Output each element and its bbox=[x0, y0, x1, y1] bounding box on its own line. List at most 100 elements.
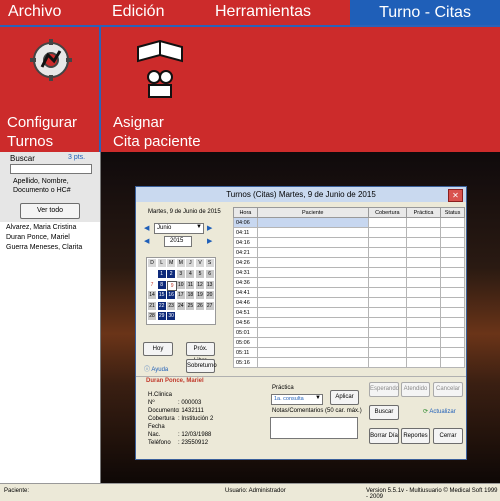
atendido-button[interactable]: Atendido bbox=[401, 382, 430, 397]
calendar-day[interactable]: 29 bbox=[157, 312, 166, 320]
search-hint: Apellido, Nombre, Documento o HC# bbox=[13, 177, 71, 195]
table-row[interactable]: 05:16 bbox=[233, 357, 465, 368]
calendar-day[interactable]: 18 bbox=[186, 291, 195, 299]
calendar-day[interactable]: 6 bbox=[205, 270, 214, 278]
actualizar-link[interactable]: ⟳ Actualizar bbox=[423, 408, 456, 415]
calendar-day[interactable]: 16 bbox=[167, 291, 176, 299]
table-cell bbox=[405, 277, 442, 288]
gear-people-icon[interactable] bbox=[28, 37, 74, 83]
prev-month-icon[interactable]: ◀ bbox=[144, 224, 149, 232]
table-row[interactable]: 05:01 bbox=[233, 327, 465, 338]
calendar-day[interactable]: 17 bbox=[176, 291, 185, 299]
calendar-day[interactable]: 11 bbox=[186, 280, 195, 289]
calendar-day[interactable]: 8 bbox=[157, 280, 166, 289]
prev-year-icon[interactable]: ◀ bbox=[144, 237, 149, 245]
table-row[interactable]: 04:11 bbox=[233, 227, 465, 238]
ver-todo-button[interactable]: Ver todo bbox=[20, 203, 80, 219]
turnos-label: Turnos bbox=[7, 133, 54, 150]
calendar-day[interactable]: 9 bbox=[167, 280, 178, 291]
table-row[interactable]: 04:21 bbox=[233, 247, 465, 258]
window-title: Turnos (Citas) Martes, 9 de Junio de 201… bbox=[136, 187, 466, 202]
search-input[interactable] bbox=[10, 164, 92, 174]
configurar-turnos-button[interactable]: Configurar Turnos bbox=[7, 113, 77, 151]
help-link[interactable]: ⓘ Ayuda bbox=[144, 364, 168, 373]
prox-libre-button[interactable]: Próx. Libre bbox=[186, 342, 215, 364]
field-value: : 12/03/1988 bbox=[178, 432, 212, 438]
field-value: : Institución 2 bbox=[178, 416, 214, 422]
calendar-day[interactable]: 4 bbox=[186, 270, 195, 278]
calendar-day[interactable]: 21 bbox=[148, 301, 156, 310]
calendar-day[interactable]: 23 bbox=[167, 301, 176, 310]
table-row[interactable]: 04:56 bbox=[233, 317, 465, 328]
table-cell bbox=[367, 307, 407, 318]
esperando-button[interactable]: Esperando bbox=[369, 382, 399, 397]
calendar-day[interactable]: 3 bbox=[176, 270, 185, 278]
next-month-icon[interactable]: ▶ bbox=[207, 224, 212, 232]
calendar-day[interactable]: 13 bbox=[205, 280, 214, 289]
practica-select[interactable]: 1a. consulta ▼ bbox=[271, 394, 323, 405]
close-icon[interactable]: ✕ bbox=[448, 189, 463, 202]
table-cell bbox=[405, 217, 442, 228]
menu-turno-citas[interactable]: Turno - Citas bbox=[350, 0, 500, 25]
asignar-label: Asignar bbox=[113, 114, 164, 131]
table-row[interactable]: 05:11 bbox=[233, 347, 465, 358]
table-cell bbox=[256, 277, 369, 288]
table-row[interactable]: 04:51 bbox=[233, 307, 465, 318]
calendar-day[interactable]: 24 bbox=[176, 301, 185, 310]
calendar-day[interactable]: 10 bbox=[176, 280, 185, 289]
asignar-cita-button[interactable]: Asignar Cita paciente bbox=[113, 113, 201, 151]
calendar-day[interactable]: 28 bbox=[148, 312, 156, 320]
year-field[interactable]: 2015 bbox=[164, 236, 192, 247]
practica-label: Práctica bbox=[272, 385, 294, 391]
table-row[interactable]: 04:36 bbox=[233, 277, 465, 288]
month-select[interactable]: Junio ▼ bbox=[154, 223, 204, 234]
list-item[interactable]: Guerra Meneses, Clarita bbox=[6, 243, 82, 253]
calendar-day[interactable]: 12 bbox=[196, 280, 204, 289]
book-person-icon[interactable] bbox=[135, 35, 185, 99]
calendar-day[interactable]: 5 bbox=[196, 270, 204, 278]
borrar-dia-button[interactable]: Borrar Día bbox=[369, 428, 399, 444]
cerrar-button[interactable]: Cerrar bbox=[433, 428, 463, 444]
next-year-icon[interactable]: ▶ bbox=[207, 237, 212, 245]
list-item[interactable]: Alvarez, Maria Cristina bbox=[6, 223, 82, 233]
calendar-day bbox=[196, 312, 204, 320]
menu-edicion[interactable]: Edición bbox=[112, 3, 164, 21]
calendar-day bbox=[177, 312, 185, 320]
table-row[interactable]: 04:26 bbox=[233, 257, 465, 268]
table-cell bbox=[440, 327, 465, 338]
reportes-button[interactable]: Reportes bbox=[401, 428, 430, 444]
table-cell bbox=[405, 327, 442, 338]
sobreturno-button[interactable]: Sobreturno bbox=[186, 359, 217, 373]
calendar-day[interactable]: 7 bbox=[148, 280, 156, 289]
calendar-day[interactable]: 20 bbox=[205, 291, 214, 299]
weekday-header: J bbox=[186, 259, 195, 267]
calendar-day[interactable]: 2 bbox=[167, 270, 176, 278]
menu-archivo[interactable]: Archivo bbox=[8, 3, 61, 21]
hoy-button[interactable]: Hoy bbox=[143, 342, 173, 356]
table-cell bbox=[440, 297, 465, 308]
table-row[interactable]: 04:16 bbox=[233, 237, 465, 248]
calendar-day[interactable]: 15 bbox=[157, 291, 166, 299]
calendar-day[interactable]: 19 bbox=[196, 291, 204, 299]
calendar-day[interactable]: 26 bbox=[196, 301, 204, 310]
time-cell: 04:26 bbox=[233, 257, 258, 268]
list-item[interactable]: Duran Ponce, Mariel bbox=[6, 233, 82, 243]
notas-textarea[interactable] bbox=[270, 417, 358, 439]
table-row[interactable]: 04:41 bbox=[233, 287, 465, 298]
table-row[interactable]: 04:31 bbox=[233, 267, 465, 278]
aplicar-button[interactable]: Aplicar bbox=[330, 390, 359, 405]
calendar-day[interactable]: 30 bbox=[167, 312, 176, 320]
buscar-button[interactable]: Buscar bbox=[369, 405, 399, 420]
calendar-day[interactable]: 27 bbox=[205, 301, 214, 310]
col-practica: Práctica bbox=[405, 207, 442, 218]
table-row[interactable]: 05:06 bbox=[233, 337, 465, 348]
calendar-day[interactable]: 1 bbox=[157, 270, 166, 278]
table-row[interactable]: 04:46 bbox=[233, 297, 465, 308]
calendar-day[interactable]: 25 bbox=[186, 301, 195, 310]
calendar-day[interactable]: 14 bbox=[148, 291, 156, 299]
table-cell bbox=[440, 317, 465, 328]
table-row[interactable]: 04:06 bbox=[233, 217, 465, 228]
menu-herramientas[interactable]: Herramientas bbox=[215, 3, 311, 21]
cancelar-button[interactable]: Cancelar bbox=[433, 382, 463, 397]
calendar-day[interactable]: 22 bbox=[157, 301, 166, 310]
